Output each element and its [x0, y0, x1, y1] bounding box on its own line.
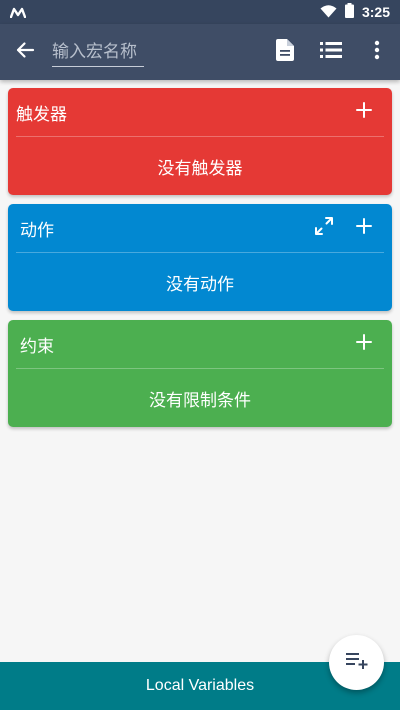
- constraints-empty-text: 没有限制条件: [149, 390, 251, 411]
- triggers-title: 触发器: [16, 104, 67, 125]
- wifi-icon: [320, 3, 337, 22]
- triggers-header: 触发器: [8, 88, 392, 136]
- list-icon: [320, 42, 342, 62]
- add-to-list-fab[interactable]: [329, 635, 384, 690]
- battery-icon: [344, 2, 354, 22]
- more-options-button[interactable]: [354, 24, 400, 80]
- constraints-header: 约束: [8, 320, 392, 368]
- add-trigger-button[interactable]: [344, 92, 384, 132]
- status-time: 3:25: [361, 4, 390, 20]
- status-bar: 3:25: [0, 0, 400, 24]
- expand-actions-button[interactable]: [304, 208, 344, 248]
- playlist-add-icon: [345, 652, 368, 673]
- constraints-card: 约束 没有限制条件: [8, 320, 392, 427]
- local-variables-label: Local Variables: [145, 677, 255, 694]
- add-constraint-button[interactable]: [344, 324, 384, 364]
- triggers-empty-text: 没有触发器: [157, 158, 243, 179]
- app-bar: [0, 24, 400, 80]
- add-action-button[interactable]: [344, 208, 384, 248]
- actions-card: 动作 没有动作: [8, 204, 392, 311]
- macro-name-input[interactable]: [52, 37, 144, 67]
- back-button[interactable]: [0, 24, 50, 80]
- actions-empty-text: 没有动作: [166, 274, 234, 295]
- list-view-button[interactable]: [308, 24, 354, 80]
- actions-header: 动作: [8, 204, 392, 252]
- expand-icon: [314, 216, 334, 240]
- actions-title: 动作: [20, 220, 54, 241]
- plus-icon: [356, 218, 372, 238]
- back-arrow-icon: [15, 40, 35, 64]
- constraints-title: 约束: [20, 336, 54, 357]
- more-vert-icon: [374, 40, 380, 64]
- document-button[interactable]: [262, 24, 308, 80]
- document-icon: [276, 39, 294, 65]
- plus-icon: [356, 102, 372, 122]
- triggers-card: 触发器 没有触发器: [8, 88, 392, 195]
- plus-icon: [356, 334, 372, 354]
- macrodroid-logo-icon: [9, 3, 27, 22]
